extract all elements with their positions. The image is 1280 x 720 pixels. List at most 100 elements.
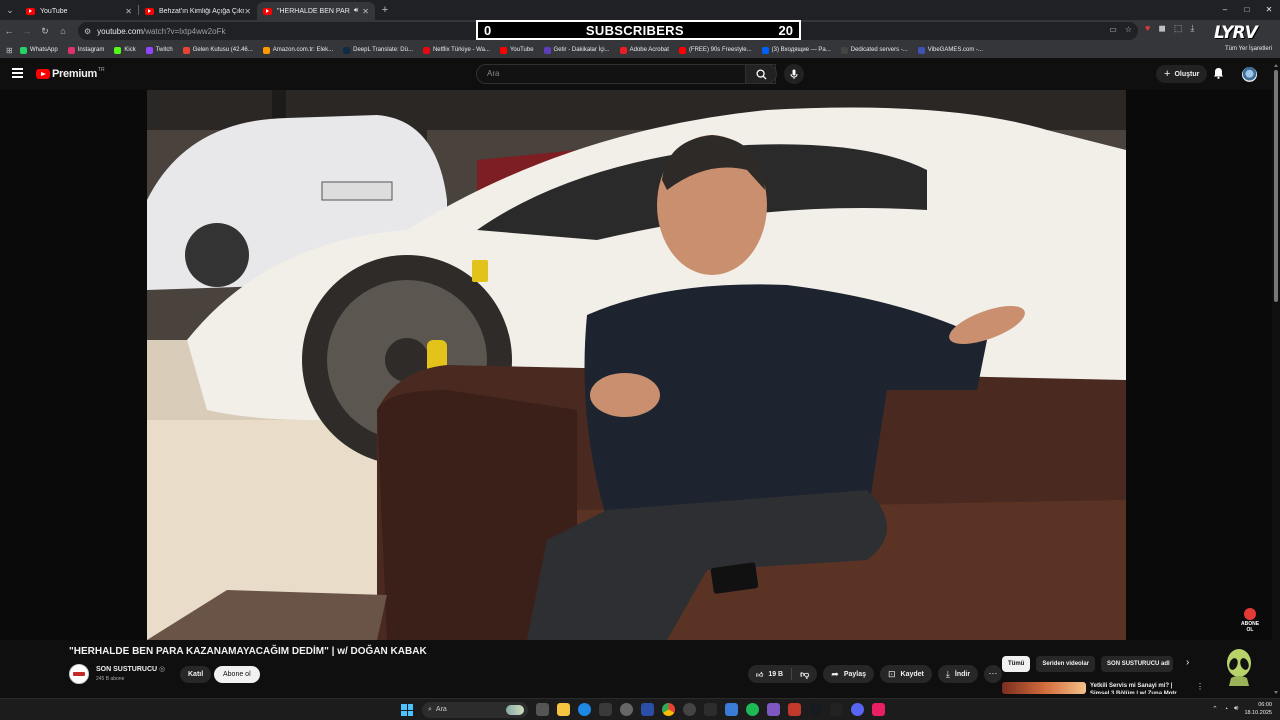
page-scrollbar[interactable] [1272,58,1280,698]
reload-icon[interactable]: ↻ [36,26,54,37]
bookmark-item[interactable]: Netflix Türkiye - Wa... [422,46,490,54]
channel-avatar[interactable] [69,664,89,684]
close-tab-icon[interactable]: ✕ [362,7,369,16]
like-button[interactable]: 👍︎ 19 B [748,668,793,680]
app-icon-dark[interactable] [704,703,717,716]
edge-icon[interactable] [578,703,591,716]
clock[interactable]: 06:00 18.10.2025 [1244,701,1272,717]
taskbar-apps [536,703,885,716]
forward-icon[interactable]: → [18,26,36,36]
voice-search-button[interactable] [784,64,804,84]
extension-red-icon[interactable]: ♥ [1145,23,1150,34]
youtube-header: Premium TR Ara + Oluştur [0,58,1280,90]
menu-icon[interactable] [12,68,23,80]
youtube-premium-logo[interactable]: Premium TR [36,67,105,80]
chevron-right-icon[interactable]: › [1186,657,1189,668]
chrome-icon[interactable] [662,703,675,716]
extensions-puzzle-icon[interactable]: ⬚ [1174,23,1183,34]
more-actions-button[interactable]: ⋯ [984,665,1003,683]
bookmark-favicon-icon [499,46,507,54]
recommended-more-icon[interactable]: ⋮ [1196,682,1204,691]
join-button[interactable]: Katıl [180,666,212,683]
app-icon-blue[interactable] [641,703,654,716]
bookmark-item[interactable]: Twitch [145,46,173,54]
download-icon[interactable]: ⤓ [1190,23,1194,34]
dislike-button[interactable]: 👎︎ [792,669,817,680]
tab-behzat[interactable]: Behzat'ın Kimliği Açığa Çıkmadı ✕ [139,2,257,20]
channel-name-text[interactable]: SON SUSTURUCU [96,666,157,673]
bookmark-item[interactable]: Getir - Dakikalar İçi... [543,46,610,54]
obs-icon[interactable] [683,703,696,716]
account-avatar[interactable] [1242,67,1257,82]
app-icon-pink[interactable] [872,703,885,716]
file-explorer-icon[interactable] [557,703,570,716]
tab-search-icon[interactable]: ⌄ [0,0,20,20]
home-icon[interactable]: ⌂ [54,26,72,36]
search-input[interactable]: Ara [476,64,776,84]
extension-icon[interactable]: ◼ [1158,23,1165,34]
share-button[interactable]: ➦ Paylaş [823,665,874,683]
bookmark-item[interactable]: DeepL Translate: Dü... [343,46,413,54]
chip-channel[interactable]: SON SUSTURUCU adl [1101,656,1174,672]
task-view-icon[interactable] [536,703,549,716]
bookmark-item[interactable]: Dedicated servers -... [840,46,908,54]
save-button[interactable]: ⊡ Kaydet [880,665,932,683]
subscribe-button[interactable]: Abone ol [214,666,260,683]
cast-icon[interactable]: ▭ [1109,25,1117,34]
windows-start-icon[interactable] [401,704,413,716]
site-info-icon[interactable]: ⚙ [84,27,91,36]
download-button[interactable]: ⤓ İndir [937,665,979,683]
search-highlight-icon [506,705,524,715]
new-tab-button[interactable]: + [375,4,395,16]
minimize-icon[interactable]: – [1214,0,1236,20]
close-tab-icon[interactable]: ✕ [125,7,132,16]
notifications-bell-icon[interactable] [1213,67,1224,82]
create-button[interactable]: + Oluştur [1156,65,1208,83]
tab-youtube[interactable]: YouTube ✕ [20,2,138,20]
maximize-icon[interactable]: □ [1236,0,1258,20]
scrollbar-thumb[interactable] [1274,70,1278,302]
bookmark-item[interactable]: WhatsApp [20,46,58,54]
close-tab-icon[interactable]: ✕ [244,7,251,16]
save-bookmark-icon: ⊡ [888,668,896,679]
back-icon[interactable]: ← [0,26,18,36]
bookmark-item[interactable]: (3) Входящие — Pa... [761,46,831,54]
bookmark-label: Gelen Kutusu (42.46... [192,47,253,53]
tray-expand-icon[interactable]: ⌃ [1212,705,1218,713]
spotify-icon[interactable] [746,703,759,716]
store-icon[interactable] [599,703,612,716]
bookmark-item[interactable]: VibeGAMES.com -... [917,46,983,54]
settings-icon[interactable] [620,703,633,716]
bookmark-item[interactable]: YouTube [499,46,534,54]
bookmark-item[interactable]: (FREE) 90s Freestyle... [678,46,752,54]
bookmark-item[interactable]: Instagram [67,46,104,54]
channel-name[interactable]: SON SUSTURUCU ◎ [96,665,165,673]
video-player[interactable] [147,90,1126,640]
speaker-icon[interactable]: 🔊︎ [354,7,358,15]
bookmark-item[interactable]: Amazon.com.tr: Elek... [262,46,333,54]
network-icon[interactable]: ◔ [1224,706,1228,713]
all-bookmarks-link[interactable]: Tüm Yer İşaretleri [1225,46,1272,52]
scroll-down-icon[interactable] [1274,691,1278,694]
discord-icon[interactable] [851,703,864,716]
volume-icon[interactable]: 🔊︎ [1234,705,1238,713]
bookmark-item[interactable]: Gelen Kutusu (42.46... [182,46,253,54]
search-button[interactable] [745,64,777,84]
scroll-up-icon[interactable] [1274,64,1278,67]
bookmark-star-icon[interactable]: ☆ [1125,25,1132,34]
bookmark-item[interactable]: Kick [114,46,136,54]
bookmark-item[interactable]: Adobe Acrobat [619,46,669,54]
taskbar-search[interactable]: ⌕ Ara [422,702,528,718]
recommended-title[interactable]: Yetkili Servis mi Sanayi mi? | Simsel 3 … [1090,682,1190,694]
app-icon-grid[interactable] [767,703,780,716]
apps-grid-icon[interactable]: ⊞ [6,46,20,55]
tab-current-video[interactable]: "HERHALDE BEN PARA KA… 🔊︎ ✕ [257,2,375,20]
calendar-icon[interactable] [725,703,738,716]
recommended-thumbnail[interactable] [1002,682,1086,694]
close-window-icon[interactable]: ✕ [1258,0,1280,20]
tv-app-icon[interactable] [830,703,843,716]
app-icon-red[interactable] [788,703,801,716]
chip-series[interactable]: Seriden videolar [1036,656,1096,672]
steam-icon[interactable] [809,703,822,716]
chip-all[interactable]: Tümü [1002,656,1031,672]
